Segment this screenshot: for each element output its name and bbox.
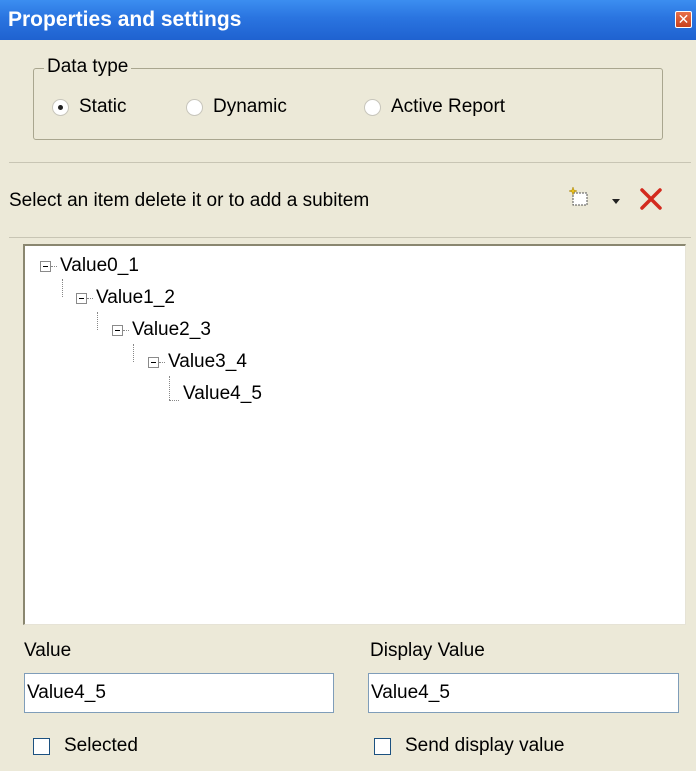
instruction-text: Select an item delete it or to add a sub… <box>9 190 370 211</box>
radio-dynamic-label[interactable]: Dynamic <box>213 96 287 118</box>
send-display-value-checkbox[interactable]: Send display value <box>374 735 565 757</box>
close-icon: ✕ <box>677 11 690 27</box>
tree-dots <box>123 329 129 331</box>
value-input[interactable]: Value4_5 <box>24 673 334 713</box>
collapse-toggle-icon[interactable] <box>148 356 159 368</box>
send-display-value-label[interactable]: Send display value <box>405 735 565 757</box>
tree-connector <box>169 376 170 400</box>
tree-node-label[interactable]: Value2_3 <box>132 319 211 341</box>
window-title: Properties and settings <box>8 8 242 31</box>
tree-connector <box>97 312 98 330</box>
tree-dots <box>87 297 93 299</box>
tree-node-value3-4[interactable]: Value3_4 <box>148 350 247 374</box>
tree-node-label[interactable]: Value0_1 <box>60 255 139 277</box>
tree-dots <box>159 361 165 363</box>
display-value-label: Display Value <box>370 640 485 661</box>
selected-checkbox[interactable]: Selected <box>33 735 138 757</box>
collapse-toggle-icon[interactable] <box>76 292 87 304</box>
data-type-legend: Data type <box>44 56 132 78</box>
tree-connector <box>133 344 134 362</box>
tree-node-label[interactable]: Value3_4 <box>168 351 247 373</box>
tree-toolbar: Select an item delete it or to add a sub… <box>9 162 691 238</box>
value-label: Value <box>24 640 72 661</box>
tree-dots <box>51 265 57 267</box>
radio-static[interactable]: Static <box>52 96 127 118</box>
radio-selected-dot <box>58 104 63 110</box>
title-bar[interactable]: Properties and settings ✕ <box>0 0 696 40</box>
radio-active-report[interactable]: Active Report <box>364 96 505 118</box>
data-type-group: Data type Static Dynamic Active Report <box>33 56 663 140</box>
tree-node-value2-3[interactable]: Value2_3 <box>112 318 211 342</box>
radio-dynamic[interactable]: Dynamic <box>186 96 287 118</box>
tree-view[interactable]: Value0_1 Value1_2 Value2_3 Value3_4 Valu… <box>23 244 686 625</box>
new-item-icon[interactable] <box>567 185 593 216</box>
collapse-toggle-icon[interactable] <box>40 260 51 272</box>
tree-connector <box>62 279 63 297</box>
radio-active-report-circle[interactable] <box>364 98 381 116</box>
delete-icon[interactable] <box>639 187 663 216</box>
dropdown-arrow-icon[interactable] <box>611 193 621 211</box>
tree-node-value0-1[interactable]: Value0_1 <box>40 254 139 278</box>
radio-static-label[interactable]: Static <box>79 96 127 118</box>
tree-connector <box>169 400 179 401</box>
radio-active-report-label[interactable]: Active Report <box>391 96 505 118</box>
tree-node-value4-5[interactable]: Value4_5 <box>183 382 262 406</box>
collapse-toggle-icon[interactable] <box>112 324 123 336</box>
tree-node-label[interactable]: Value1_2 <box>96 287 175 309</box>
radio-static-circle[interactable] <box>52 98 69 116</box>
tree-node-value1-2[interactable]: Value1_2 <box>76 286 175 310</box>
close-button[interactable]: ✕ <box>675 11 692 28</box>
display-value-input[interactable]: Value4_5 <box>368 673 679 713</box>
tree-node-label[interactable]: Value4_5 <box>183 383 262 405</box>
radio-dynamic-circle[interactable] <box>186 98 203 116</box>
selected-checkbox-box[interactable] <box>33 737 50 755</box>
selected-checkbox-label[interactable]: Selected <box>64 735 138 757</box>
send-display-value-checkbox-box[interactable] <box>374 737 391 755</box>
